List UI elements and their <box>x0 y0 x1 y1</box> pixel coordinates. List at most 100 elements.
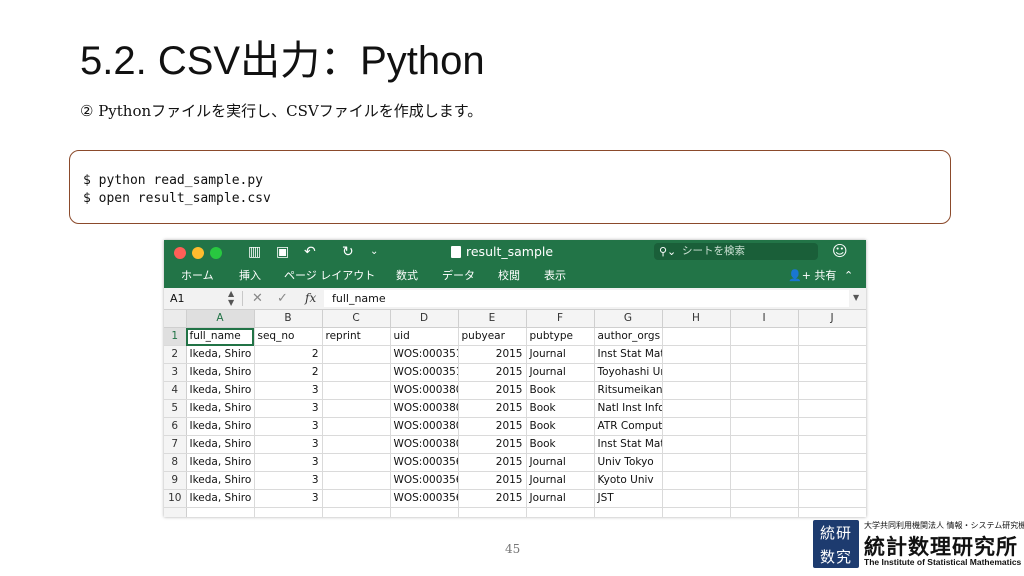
minimize-window-button[interactable] <box>192 247 204 259</box>
column-header-e[interactable]: E <box>458 310 527 328</box>
empty-cell[interactable] <box>594 507 663 517</box>
cell-a4[interactable]: Ikeda, Shiro <box>186 381 255 400</box>
cell-f5[interactable]: Book <box>526 399 595 418</box>
row-header[interactable]: 6 <box>164 417 187 436</box>
tab-formulas[interactable]: 数式 <box>396 267 418 285</box>
select-all-corner[interactable] <box>164 310 187 328</box>
cell-e1[interactable]: pubyear <box>458 327 527 346</box>
cell-j4[interactable] <box>798 381 866 400</box>
empty-cell[interactable] <box>798 507 866 517</box>
cell-f2[interactable]: Journal <box>526 345 595 364</box>
chevron-down-icon[interactable]: ▼ <box>853 292 859 304</box>
cell-b7[interactable]: 3 <box>254 435 323 454</box>
sheet-search-input[interactable]: ⚲⌄ シートを検索 <box>654 243 818 260</box>
cell-j7[interactable] <box>798 435 866 454</box>
empty-cell[interactable] <box>322 507 391 517</box>
cell-h7[interactable] <box>662 435 731 454</box>
empty-cell[interactable] <box>662 507 731 517</box>
cell-e5[interactable]: 2015 <box>458 399 527 418</box>
cell-j3[interactable] <box>798 363 866 382</box>
empty-cell[interactable] <box>390 507 459 517</box>
column-header-j[interactable]: J <box>798 310 866 328</box>
cell-h5[interactable] <box>662 399 731 418</box>
cell-b1[interactable]: seq_no <box>254 327 323 346</box>
cell-g3[interactable]: Toyohashi Univ Technol <box>594 363 663 382</box>
cell-d6[interactable]: WOS:000380 <box>390 417 459 436</box>
cell-i2[interactable] <box>730 345 799 364</box>
cell-e9[interactable]: 2015 <box>458 471 527 490</box>
cell-g4[interactable]: Ritsumeikan Univ <box>594 381 663 400</box>
cell-b2[interactable]: 2 <box>254 345 323 364</box>
cell-a9[interactable]: Ikeda, Shiro <box>186 471 255 490</box>
cell-c5[interactable] <box>322 399 391 418</box>
customize-icon[interactable]: ⌄ <box>370 243 378 261</box>
save-icon[interactable]: ▣ <box>276 243 289 261</box>
cell-d9[interactable]: WOS:000356 <box>390 471 459 490</box>
cell-d5[interactable]: WOS:000380 <box>390 399 459 418</box>
share-button[interactable]: 👤+ 共有 <box>788 267 836 285</box>
cell-c1[interactable]: reprint <box>322 327 391 346</box>
cell-e6[interactable]: 2015 <box>458 417 527 436</box>
empty-cell[interactable] <box>254 507 323 517</box>
empty-cell[interactable] <box>526 507 595 517</box>
cell-e2[interactable]: 2015 <box>458 345 527 364</box>
row-header[interactable]: 4 <box>164 381 187 400</box>
tab-view[interactable]: 表示 <box>544 267 566 285</box>
cell-d8[interactable]: WOS:000356 <box>390 453 459 472</box>
cell-g7[interactable]: Inst Stat Math <box>594 435 663 454</box>
cell-i1[interactable] <box>730 327 799 346</box>
cell-d2[interactable]: WOS:000351 <box>390 345 459 364</box>
redo-icon[interactable]: ↻ <box>342 243 354 261</box>
cell-h6[interactable] <box>662 417 731 436</box>
cell-e3[interactable]: 2015 <box>458 363 527 382</box>
cell-e8[interactable]: 2015 <box>458 453 527 472</box>
cell-d1[interactable]: uid <box>390 327 459 346</box>
row-header[interactable]: 7 <box>164 435 187 454</box>
cell-h1[interactable] <box>662 327 731 346</box>
cell-e7[interactable]: 2015 <box>458 435 527 454</box>
name-box[interactable]: A1 <box>170 291 228 306</box>
tab-home[interactable]: ホーム <box>181 267 214 285</box>
empty-cell[interactable] <box>186 507 255 517</box>
cell-j6[interactable] <box>798 417 866 436</box>
cell-g9[interactable]: Kyoto Univ <box>594 471 663 490</box>
empty-cell[interactable] <box>458 507 527 517</box>
cell-b5[interactable]: 3 <box>254 399 323 418</box>
column-header-b[interactable]: B <box>254 310 323 328</box>
cell-j1[interactable] <box>798 327 866 346</box>
cell-f4[interactable]: Book <box>526 381 595 400</box>
cell-d3[interactable]: WOS:000351 <box>390 363 459 382</box>
cell-a3[interactable]: Ikeda, Shiro <box>186 363 255 382</box>
cell-d4[interactable]: WOS:000380 <box>390 381 459 400</box>
column-header-g[interactable]: G <box>594 310 663 328</box>
cell-f10[interactable]: Journal <box>526 489 595 508</box>
cell-h9[interactable] <box>662 471 731 490</box>
cell-g2[interactable]: Inst Stat Math <box>594 345 663 364</box>
name-box-stepper-icon[interactable]: ▲ ▼ <box>228 289 234 307</box>
cell-i10[interactable] <box>730 489 799 508</box>
cell-i7[interactable] <box>730 435 799 454</box>
cell-e10[interactable]: 2015 <box>458 489 527 508</box>
column-header-c[interactable]: C <box>322 310 391 328</box>
cell-a10[interactable]: Ikeda, Shiro <box>186 489 255 508</box>
cell-c8[interactable] <box>322 453 391 472</box>
cell-c4[interactable] <box>322 381 391 400</box>
cell-c9[interactable] <box>322 471 391 490</box>
cell-i8[interactable] <box>730 453 799 472</box>
cell-f3[interactable]: Journal <box>526 363 595 382</box>
cell-b8[interactable]: 3 <box>254 453 323 472</box>
collapse-icon[interactable]: ⌃ <box>844 267 853 285</box>
cell-i4[interactable] <box>730 381 799 400</box>
cell-j5[interactable] <box>798 399 866 418</box>
undo-icon[interactable]: ↶ <box>304 243 316 261</box>
column-header-i[interactable]: I <box>730 310 799 328</box>
row-header[interactable]: 8 <box>164 453 187 472</box>
cell-a6[interactable]: Ikeda, Shiro <box>186 417 255 436</box>
row-header[interactable]: 1 <box>164 327 187 346</box>
cell-a8[interactable]: Ikeda, Shiro <box>186 453 255 472</box>
cancel-icon[interactable]: ✕ <box>252 290 263 307</box>
cell-a5[interactable]: Ikeda, Shiro <box>186 399 255 418</box>
cell-b3[interactable]: 2 <box>254 363 323 382</box>
cell-f6[interactable]: Book <box>526 417 595 436</box>
tab-review[interactable]: 校閲 <box>498 267 520 285</box>
